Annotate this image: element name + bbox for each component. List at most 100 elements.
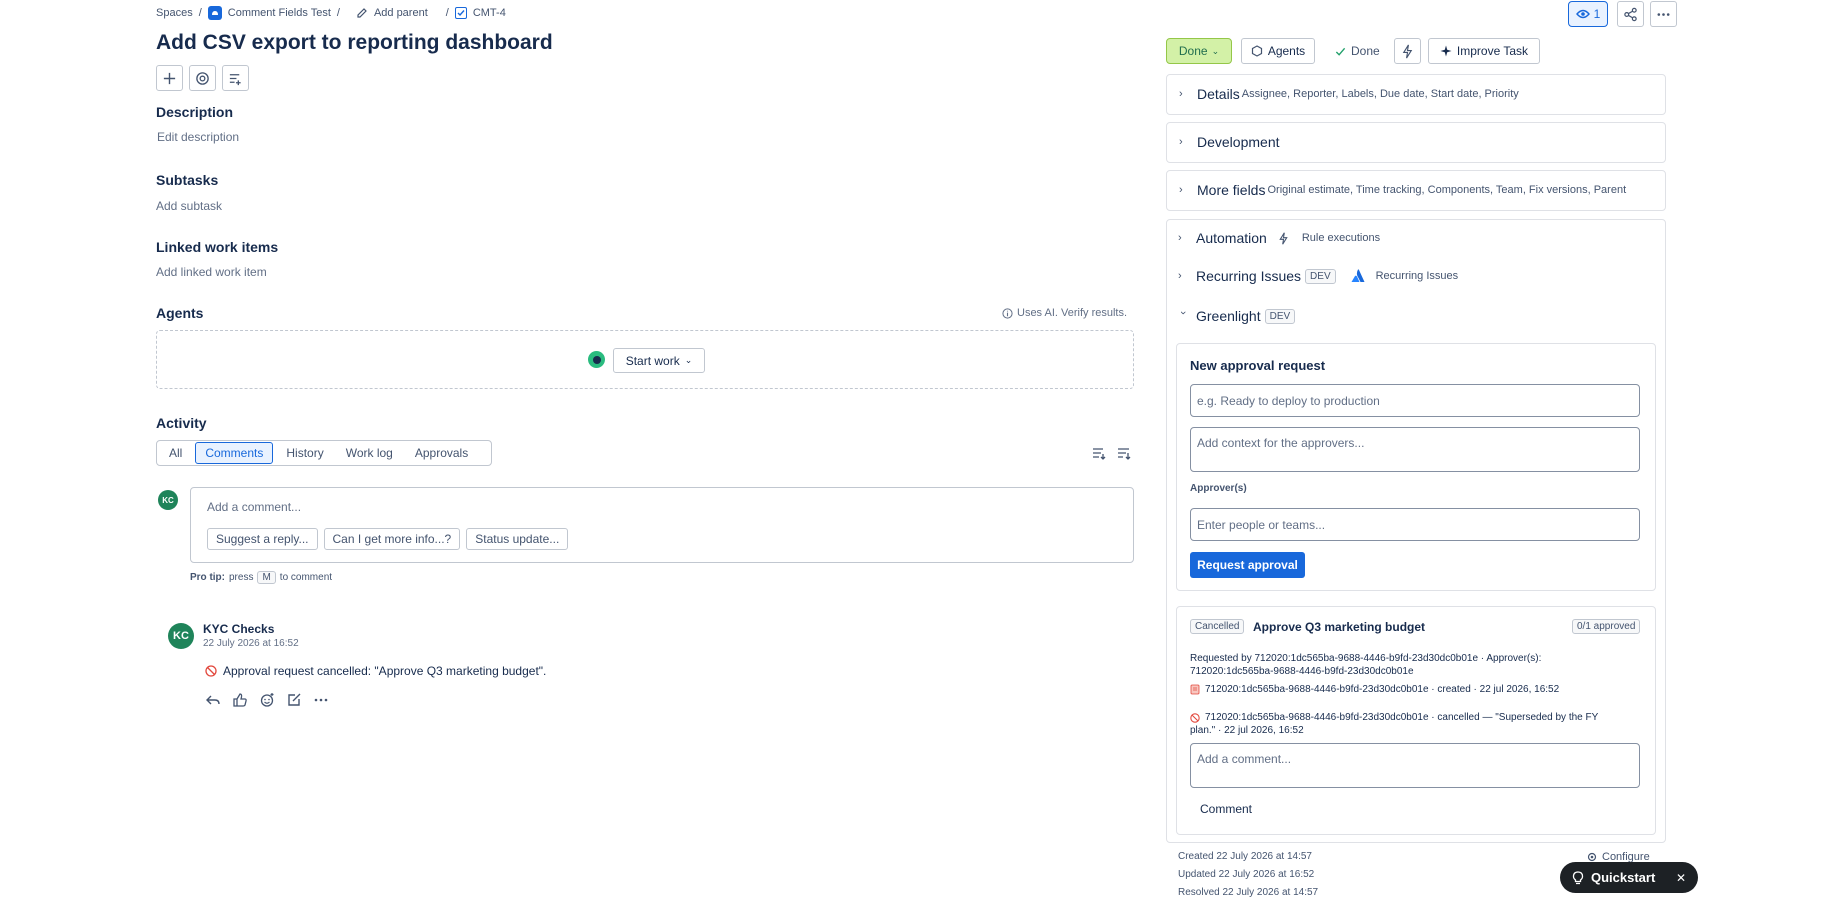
approval-title-input[interactable]: e.g. Ready to deploy to production [1190, 384, 1640, 417]
project-icon [207, 6, 222, 20]
filter-button[interactable] [1091, 445, 1107, 466]
status-badge: Cancelled [1190, 619, 1245, 634]
approval-event-created: 712020:1dc565ba-9688-4446-b9fd-23d30dc0b… [1190, 684, 1559, 695]
create-subtask-button[interactable] [222, 65, 249, 91]
more-icon [1657, 12, 1670, 16]
breadcrumb: Spaces / Comment Fields Test / Add paren… [156, 5, 506, 21]
tab-all[interactable]: All [160, 443, 191, 463]
comment-actions [205, 692, 329, 708]
keyboard-key: M [257, 571, 276, 584]
more-fields-panel[interactable]: › More fields Original estimate, Time tr… [1166, 170, 1666, 211]
created-date: Created 22 July 2026 at 14:57 [1178, 851, 1312, 862]
comment-author[interactable]: KYC Checks [203, 622, 274, 636]
more-info-chip[interactable]: Can I get more info...? [323, 528, 461, 550]
suggest-reply-chip[interactable]: Suggest a reply... [207, 528, 318, 550]
status-button[interactable]: Done ⌄ [1166, 38, 1232, 64]
ai-note: Uses AI. Verify results. [1002, 307, 1127, 319]
info-icon [1002, 307, 1013, 319]
atlassian-icon [1351, 269, 1365, 282]
eye-icon [1575, 9, 1590, 19]
comment-placeholder: Add a comment... [207, 500, 302, 514]
dev-tag: DEV [1264, 308, 1296, 324]
plus-icon [163, 72, 176, 84]
breadcrumb-spaces[interactable]: Spaces [156, 7, 193, 19]
comment-body: Approval request cancelled: "Approve Q3 … [205, 664, 546, 678]
close-icon[interactable]: ✕ [1676, 871, 1686, 885]
comment-suggestions: Suggest a reply... Can I get more info..… [207, 528, 569, 550]
prohibited-icon [1190, 712, 1200, 723]
reply-icon[interactable] [205, 692, 221, 708]
chevron-down-icon: › [1177, 311, 1189, 315]
breadcrumb-separator: / [198, 7, 202, 19]
current-user-avatar: KC [158, 490, 178, 510]
tab-approvals[interactable]: Approvals [406, 443, 477, 463]
lightning-icon [1279, 232, 1288, 244]
breadcrumb-separator: / [445, 7, 449, 19]
request-approval-button[interactable]: Request approval [1190, 552, 1305, 578]
edit-description-link[interactable]: Edit description [157, 130, 239, 144]
activity-heading: Activity [156, 415, 207, 431]
approval-comment-input[interactable]: Add a comment... [1190, 743, 1640, 788]
new-approval-title: New approval request [1190, 358, 1326, 373]
watch-button[interactable]: 1 [1568, 1, 1608, 27]
development-panel[interactable]: › Development [1166, 122, 1666, 163]
breadcrumb-add-parent[interactable]: Add parent [374, 7, 428, 19]
share-icon [1624, 7, 1637, 21]
filter-icon [1093, 448, 1106, 460]
chevron-right-icon: › [1178, 270, 1182, 282]
more-actions-button[interactable] [1650, 1, 1677, 27]
lightning-icon [1402, 44, 1413, 58]
automation-panel-header[interactable]: › Automation Rule executions [1178, 230, 1380, 246]
resolved-date: Resolved 22 July 2026 at 14:57 [1178, 887, 1319, 898]
comment-time: 22 July 2026 at 16:52 [203, 638, 299, 649]
settings-circle-icon [196, 71, 209, 85]
add-button[interactable] [156, 65, 183, 91]
add-reaction-icon[interactable] [259, 692, 275, 708]
dev-tag: DEV [1305, 268, 1336, 284]
approvers-label: Approver(s) [1190, 483, 1247, 494]
breadcrumb-separator: / [336, 7, 340, 19]
recurring-panel-header[interactable]: › Recurring Issues DEV Recurring Issues [1178, 268, 1458, 284]
chevron-right-icon: › [1179, 184, 1183, 196]
add-subtask-link[interactable]: Add subtask [156, 199, 222, 213]
approvers-input[interactable]: Enter people or teams... [1190, 508, 1640, 541]
more-icon[interactable] [313, 692, 329, 708]
share-button[interactable] [1617, 1, 1644, 27]
status-update-chip[interactable]: Status update... [466, 528, 569, 550]
approval-context-input[interactable]: Add context for the approvers... [1190, 427, 1640, 472]
sort-icon [1118, 448, 1131, 460]
linked-items-heading: Linked work items [156, 239, 279, 255]
edit-icon[interactable] [286, 692, 302, 708]
edit-icon [356, 7, 368, 19]
tab-comments[interactable]: Comments [195, 442, 274, 464]
description-heading: Description [156, 104, 234, 120]
quickstart-button[interactable]: Quickstart ✕ [1560, 862, 1698, 893]
breadcrumb-issue-key[interactable]: CMT-4 [473, 7, 506, 19]
apps-button[interactable] [189, 65, 216, 91]
details-panel[interactable]: › Details Assignee, Reporter, Labels, Du… [1166, 74, 1666, 115]
tab-history[interactable]: History [277, 443, 332, 463]
agents-button[interactable]: Agents [1241, 38, 1315, 64]
issue-title[interactable]: Add CSV export to reporting dashboard [156, 31, 553, 55]
thumbs-up-icon[interactable] [232, 692, 248, 708]
greenlight-panel-header[interactable]: › Greenlight DEV [1177, 308, 1296, 324]
chevron-right-icon: › [1179, 136, 1183, 148]
start-work-button[interactable]: Start work ⌄ [613, 348, 705, 373]
comment-editor[interactable]: Add a comment... Suggest a reply... Can … [190, 487, 1134, 563]
chevron-down-icon: ⌄ [684, 355, 693, 365]
document-icon [1190, 684, 1200, 695]
approval-request-title: Approve Q3 marketing budget [1253, 620, 1426, 634]
breadcrumb-project[interactable]: Comment Fields Test [228, 7, 331, 19]
tab-work-log[interactable]: Work log [337, 443, 402, 463]
improve-task-button[interactable]: Improve Task [1428, 38, 1540, 64]
sort-button[interactable] [1116, 445, 1132, 466]
approval-comment-button[interactable]: Comment [1200, 802, 1252, 816]
pro-tip: Pro tip: press M to comment [190, 571, 333, 584]
chevron-right-icon: › [1178, 232, 1182, 244]
sparkle-icon [1440, 45, 1452, 57]
comment-author-avatar: KC [168, 623, 194, 649]
approval-requested-by: Requested by 712020:1dc565ba-9688-4446-b… [1190, 653, 1542, 677]
add-linked-item-link[interactable]: Add linked work item [156, 265, 267, 279]
automation-button[interactable] [1394, 38, 1421, 64]
hexagon-icon [1251, 45, 1262, 57]
